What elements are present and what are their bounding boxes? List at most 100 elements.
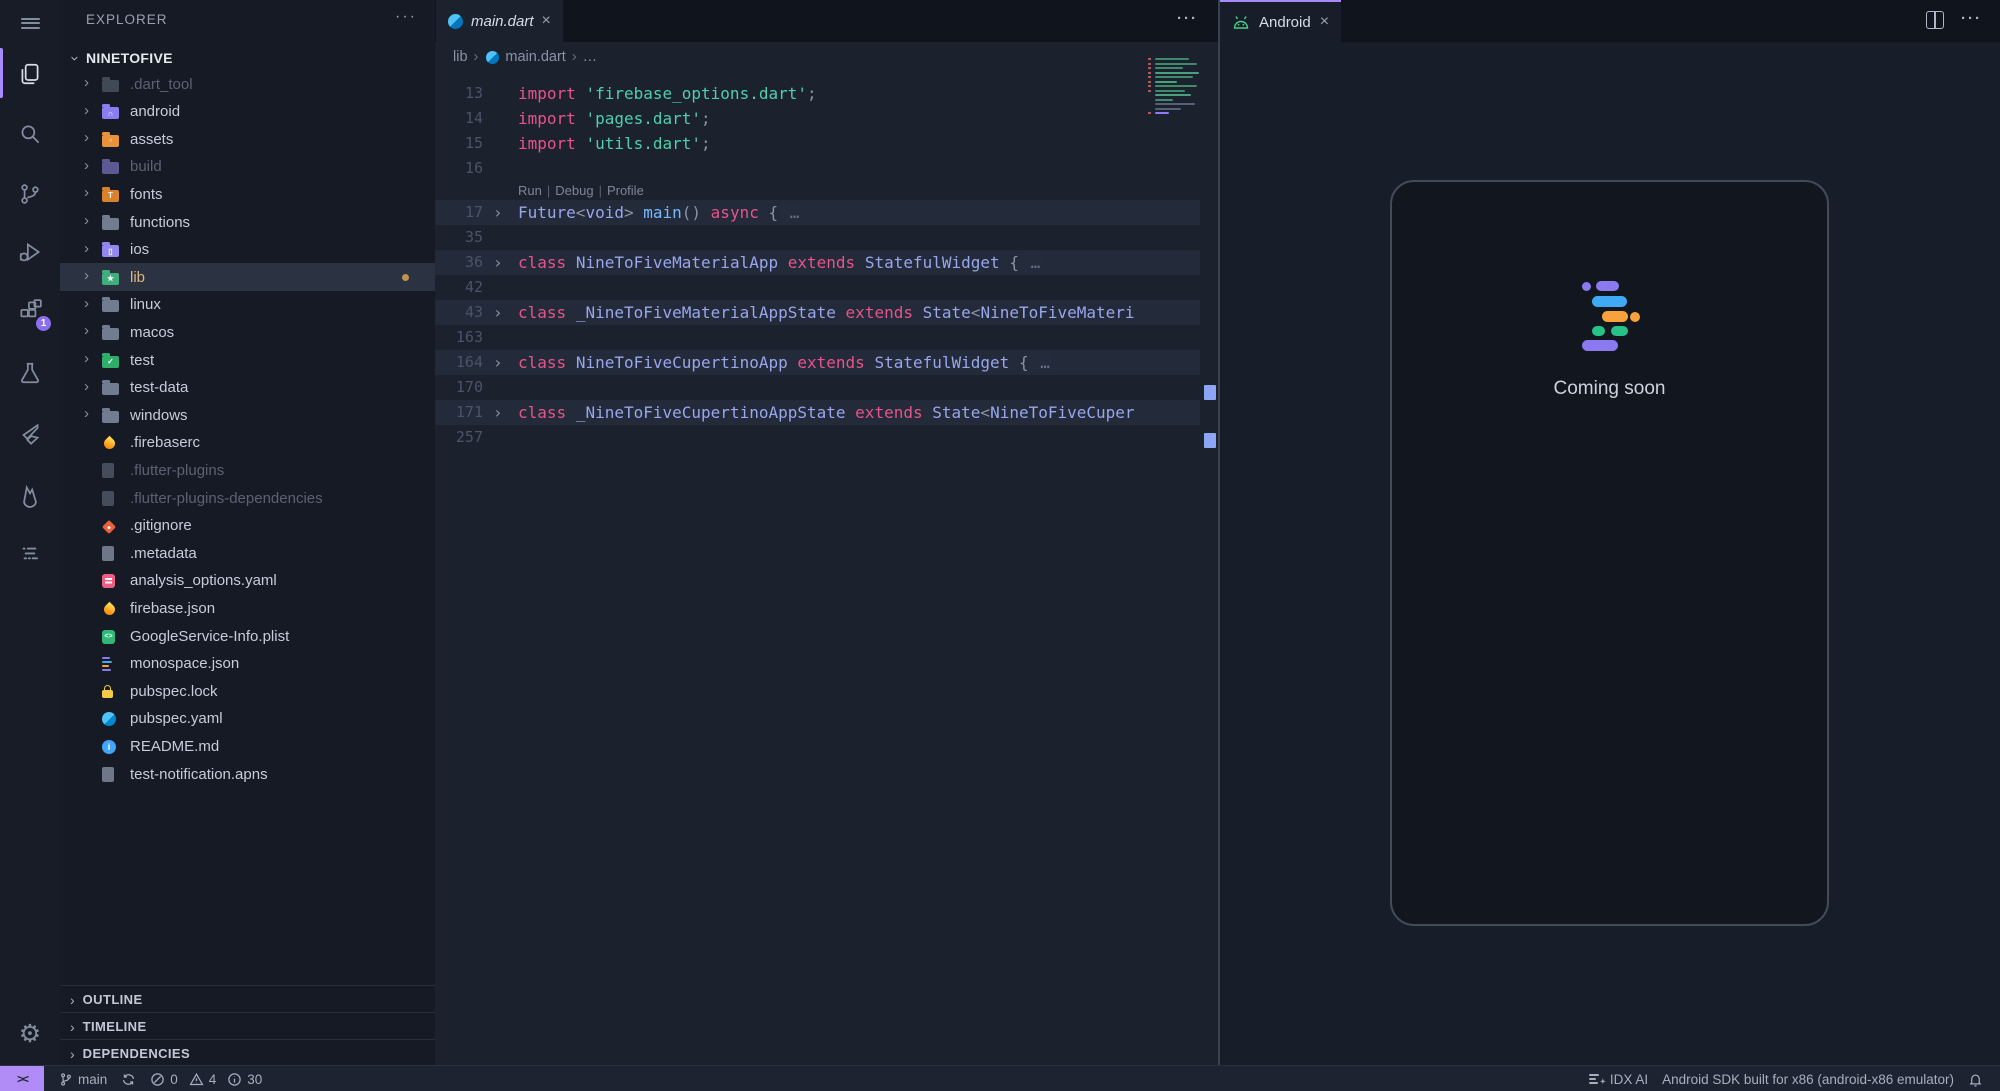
notifications-button[interactable] [1961,1066,1990,1091]
tree-item-label: functions [130,214,190,231]
branch-item[interactable]: main [52,1066,114,1091]
coming-soon-text: Coming soon [1392,378,1827,400]
tree-item--dart-tool[interactable]: ›.dart_tool [60,70,435,98]
error-count: 0 [170,1072,178,1087]
breadcrumb-lib[interactable]: lib [453,49,468,65]
tree-item-label: GoogleService-Info.plist [130,628,289,645]
minimap[interactable] [1148,58,1200,122]
ide-window: 1 ⚙ EXPLORER ··· › NINETOFIVE ›.dart_too… [0,0,2000,1091]
right-tab-strip: Android × ··· [1220,0,2000,42]
source-control-icon[interactable] [13,177,47,211]
tree-item-functions[interactable]: ›functions [60,208,435,236]
tree-item-pubspec-yaml[interactable]: pubspec.yaml [60,705,435,733]
overview-ruler-mark [1204,385,1216,400]
git-icon [102,520,116,534]
settings-gear-icon[interactable]: ⚙ [13,1017,47,1051]
tree-item-assets[interactable]: ›▫assets [60,125,435,153]
fold-chevron-icon[interactable]: › [493,200,503,225]
sidebar-section-dependencies[interactable]: ›DEPENDENCIES [60,1039,435,1067]
split-editor-icon[interactable] [1926,11,1944,29]
tree-item-android[interactable]: ›∩android [60,98,435,126]
chevron-right-icon: › [84,129,89,146]
breadcrumb-symbol[interactable]: … [583,49,598,65]
tree-item--firebaserc[interactable]: .firebaserc [60,429,435,457]
tree-item-linux[interactable]: ›linux [60,291,435,319]
tree-item-test[interactable]: ›✓test [60,346,435,374]
firebase-icon [102,602,118,618]
close-icon[interactable]: × [542,12,551,30]
line-number: 36 [435,250,483,275]
idx-ai-item[interactable]: IDX AI [1582,1066,1655,1091]
folder-plain-icon [102,328,119,340]
firebase-icon[interactable] [13,478,47,512]
breadcrumb-file[interactable]: main.dart [505,49,565,65]
tree-item--flutter-plugins[interactable]: .flutter-plugins [60,456,435,484]
lock-icon [102,690,113,698]
chevron-right-icon: › [70,1046,75,1062]
tree-item-googleservice-info-plist[interactable]: <> GoogleService-Info.plist [60,622,435,650]
tree-item-readme-md[interactable]: iREADME.md [60,732,435,760]
chevron-right-icon: › [84,157,89,174]
code-text: class NineToFiveMaterialApp extends Stat… [518,250,1042,275]
codelens-debug[interactable]: Debug [555,183,593,198]
file-plain-icon [102,767,114,782]
tree-item--gitignore[interactable]: .gitignore [60,512,435,540]
testing-icon[interactable] [13,356,47,390]
menu-icon[interactable] [13,6,47,40]
extensions-icon[interactable]: 1 [13,294,47,328]
sidebar-section-timeline[interactable]: ›TIMELINE [60,1012,435,1040]
tree-item--flutter-plugins-dependencies[interactable]: .flutter-plugins-dependencies [60,484,435,512]
tree-item-macos[interactable]: ›macos [60,318,435,346]
tab-android[interactable]: Android × [1220,0,1341,42]
line-number: 170 [435,375,483,400]
codelens-profile[interactable]: Profile [607,183,644,198]
tree-item-build[interactable]: ›build [60,153,435,181]
code-editor[interactable]: 13import 'firebase_options.dart';14impor… [435,72,1200,1065]
line-number: 42 [435,275,483,300]
folder-dim-icon [102,80,119,92]
fold-chevron-icon[interactable]: › [493,250,503,275]
codelens-run[interactable]: Run [518,183,542,198]
tree-item-label: monospace.json [130,655,239,672]
sidebar-section-outline[interactable]: ›OUTLINE [60,985,435,1013]
tree-item-fonts[interactable]: ›Tfonts [60,180,435,208]
chevron-right-icon: › [84,295,89,312]
search-icon[interactable] [13,117,47,151]
yaml-icon [102,574,115,588]
close-icon[interactable]: × [1320,13,1329,31]
sync-button[interactable] [114,1066,143,1091]
line-number: 171 [435,400,483,425]
tree-item-ios[interactable]: ›▯ios [60,236,435,264]
device-selector[interactable]: Android SDK built for x86 (android-x86 e… [1655,1066,1961,1091]
fold-chevron-icon[interactable]: › [493,300,503,325]
window-more-icon[interactable]: ··· [1961,10,1982,27]
run-debug-icon[interactable] [13,235,47,269]
tree-item--metadata[interactable]: .metadata [60,539,435,567]
chevron-right-icon: › [84,378,89,395]
editor-actions-more-icon[interactable]: ··· [1177,10,1198,27]
explorer-icon[interactable] [13,57,47,91]
tree-item-test-notification-apns[interactable]: test-notification.apns [60,760,435,788]
fold-chevron-icon[interactable]: › [493,400,503,425]
tree-item-firebase-json[interactable]: firebase.json [60,594,435,622]
tree-item-windows[interactable]: ›windows [60,401,435,429]
idx-icon[interactable] [13,537,47,571]
tree-item-test-data[interactable]: ›test-data [60,374,435,402]
tree-item-monospace-json[interactable]: monospace.json [60,650,435,678]
fold-chevron-icon[interactable]: › [493,350,503,375]
remote-indicator[interactable]: >< [0,1066,44,1091]
folder-plain-icon [102,300,119,312]
tree-item-label: windows [130,407,188,424]
plist-icon: <> [102,630,115,644]
tab-main-dart[interactable]: main.dart × [436,0,563,42]
tree-item-pubspec-lock[interactable]: pubspec.lock [60,677,435,705]
tree-item-analysis-options-yaml[interactable]: analysis_options.yaml [60,567,435,595]
folder-fonts-icon: T [102,190,119,202]
flutter-icon[interactable] [13,418,47,452]
breadcrumb: lib › main.dart › … [435,42,1218,72]
tree-item-label: .flutter-plugins [130,462,224,479]
code-line-36: 36 › class NineToFiveMaterialApp extends S… [435,250,1200,275]
tree-item-lib[interactable]: ›★lib [60,263,435,291]
problems-item[interactable]: 0 4 30 [143,1066,269,1091]
error-icon [150,1072,165,1087]
